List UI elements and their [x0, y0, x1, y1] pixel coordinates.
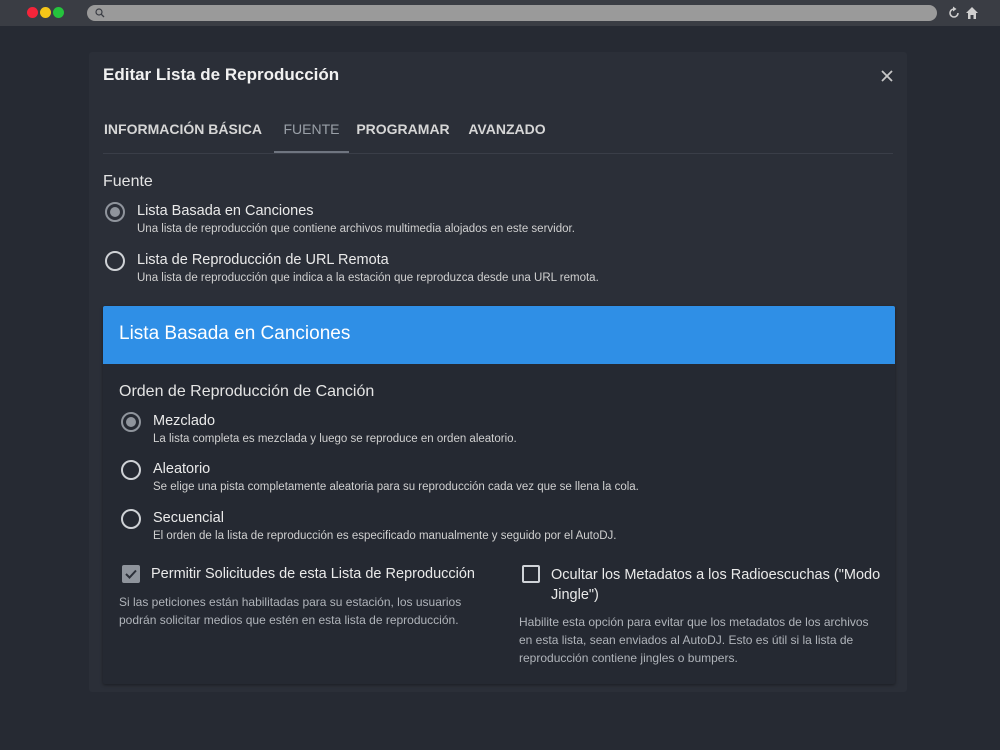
- allow-requests-label[interactable]: Permitir Solicitudes de esta Lista de Re…: [151, 564, 475, 584]
- song-based-panel: Lista Basada en Canciones Orden de Repro…: [103, 306, 895, 684]
- order-random-description: Se elige una pista completamente aleator…: [153, 481, 639, 493]
- source-songs-label: Lista Basada en Canciones: [137, 203, 314, 219]
- source-songs-radio[interactable]: [105, 202, 125, 222]
- browser-toolbar: [0, 0, 1000, 26]
- minimize-window-button[interactable]: [40, 7, 51, 18]
- source-remote-url-description: Una lista de reproducción que indica a l…: [137, 272, 599, 284]
- order-random-label: Aleatorio: [153, 461, 211, 477]
- order-shuffle-label: Mezclado: [153, 413, 216, 429]
- panel-header: Lista Basada en Canciones: [103, 306, 895, 364]
- edit-playlist-modal: Editar Lista de Reproducción INFORMACIÓN…: [89, 52, 907, 692]
- maximize-window-button[interactable]: [53, 7, 64, 18]
- order-sequential-label: Secuencial: [153, 510, 224, 526]
- allow-requests-help-line-2: podrán solicitar medios que estén en est…: [119, 613, 459, 627]
- tab-bar: INFORMACIÓN BÁSICA FUENTE PROGRAMAR AVAN…: [103, 108, 893, 154]
- tab-schedule[interactable]: PROGRAMAR: [355, 108, 451, 153]
- source-remote-url-label: Lista de Reproducción de URL Remota: [137, 252, 389, 268]
- order-sequential-radio[interactable]: [121, 509, 141, 529]
- source-songs-description: Una lista de reproducción que contiene a…: [137, 223, 575, 235]
- source-remote-url-radio[interactable]: [105, 251, 125, 271]
- modal-title: Editar Lista de Reproducción: [103, 65, 340, 84]
- hide-metadata-checkbox[interactable]: [522, 565, 540, 583]
- order-label: Orden de Reproducción de Canción: [119, 383, 375, 400]
- panel-title: Lista Basada en Canciones: [119, 323, 351, 344]
- order-shuffle-radio[interactable]: [121, 412, 141, 432]
- close-icon[interactable]: [877, 66, 897, 86]
- order-random-radio[interactable]: [121, 460, 141, 480]
- search-icon: [95, 8, 105, 18]
- hide-metadata-help-line-3: reproducción contiene jingles o bumpers.: [519, 651, 738, 665]
- hide-metadata-label-line-2[interactable]: Jingle"): [551, 585, 599, 605]
- checkmark-icon: [125, 569, 137, 579]
- reload-icon[interactable]: [947, 6, 961, 20]
- tab-advanced[interactable]: AVANZADO: [459, 108, 555, 153]
- tab-basic-info[interactable]: INFORMACIÓN BÁSICA: [103, 108, 263, 153]
- hide-metadata-help-line-1: Habilite esta opción para evitar que los…: [519, 615, 869, 629]
- tab-source[interactable]: FUENTE: [274, 108, 349, 153]
- order-shuffle-description: La lista completa es mezclada y luego se…: [153, 433, 517, 445]
- allow-requests-checkbox[interactable]: [122, 565, 140, 583]
- allow-requests-help-line-1: Si las peticiones están habilitadas para…: [119, 595, 462, 609]
- hide-metadata-help-line-2: en esta lista, sean enviados al AutoDJ. …: [519, 633, 854, 647]
- hide-metadata-label-line-1[interactable]: Ocultar los Metadatos a los Radioescucha…: [551, 565, 880, 585]
- order-sequential-description: El orden de la lista de reproducción es …: [153, 530, 617, 542]
- home-icon[interactable]: [965, 6, 979, 20]
- address-bar[interactable]: [87, 5, 937, 21]
- close-window-button[interactable]: [27, 7, 38, 18]
- source-label: Fuente: [103, 173, 153, 190]
